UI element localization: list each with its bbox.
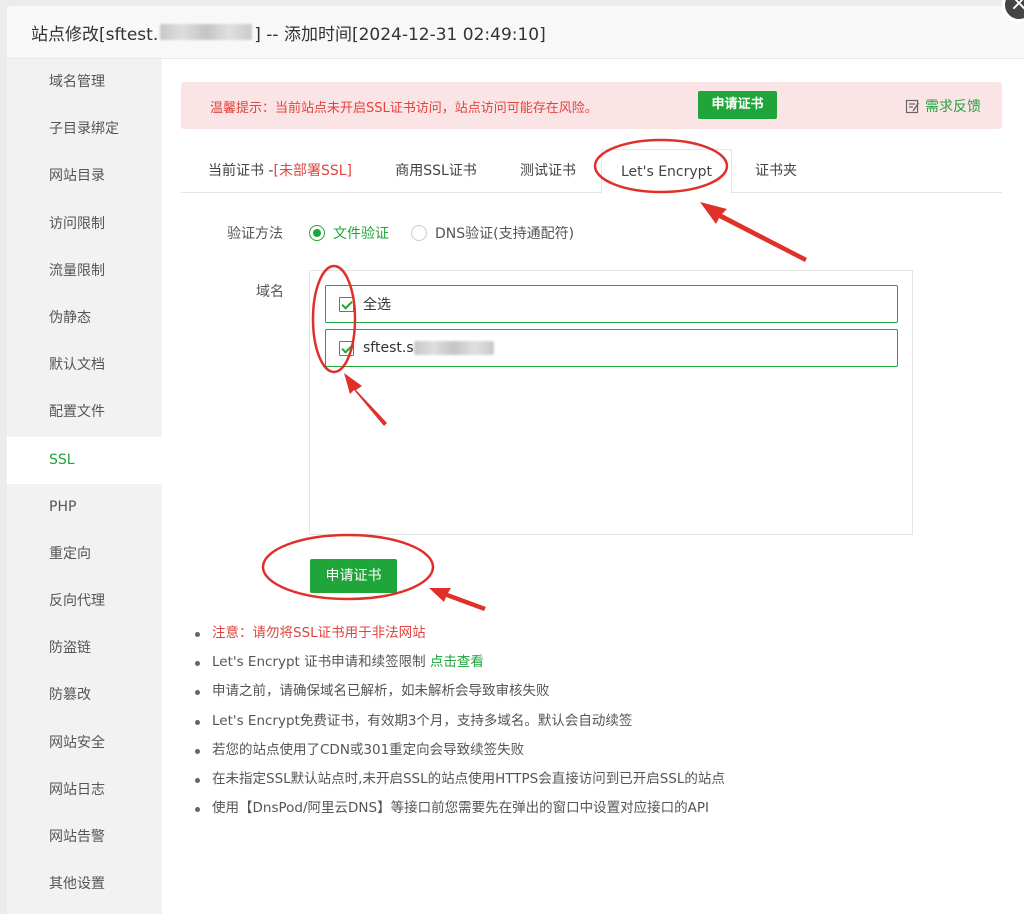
sidebar-item-tamper[interactable]: 防篡改 — [7, 672, 162, 719]
view-limits-link[interactable]: 点击查看 — [430, 654, 484, 670]
feedback-icon — [905, 99, 920, 113]
site-edit-dialog: 站点修改[sftest. ] -- 添加时间[2024-12-31 02:49:… — [7, 6, 1024, 914]
verify-dns-label: DNS验证(支持通配符) — [435, 226, 575, 242]
note-item: 在未指定SSL默认站点时,未开启SSL的站点使用HTTPS会直接访问到已开启SS… — [192, 765, 725, 794]
ssl-warning-banner: 温馨提示：当前站点未开启SSL证书访问，站点访问可能存在风险。 申请证书 需求反… — [181, 82, 1002, 129]
note-text: Let's Encrypt 证书申请和续签限制 — [212, 654, 430, 671]
radio-selected-icon — [309, 225, 325, 241]
sidebar-item-reverse-proxy[interactable]: 反向代理 — [7, 578, 162, 625]
note-item: 使用【DnsPod/阿里云DNS】等接口前您需要先在弹出的窗口中设置对应接口的A… — [192, 794, 725, 823]
verify-file-radio[interactable]: 文件验证 — [309, 223, 389, 243]
sidebar-item-rewrite[interactable]: 伪静态 — [7, 295, 162, 342]
sidebar-item-hotlink[interactable]: 防盗链 — [7, 625, 162, 672]
select-all-checkbox[interactable] — [339, 296, 354, 312]
sidebar-item-ssl[interactable]: SSL — [7, 436, 162, 484]
verify-file-label: 文件验证 — [333, 226, 389, 242]
domain-row[interactable]: sftest.s — [325, 329, 898, 367]
note-item: 注意：请勿将SSL证书用于非法网站 — [192, 619, 725, 648]
sidebar-item-default-doc[interactable]: 默认文档 — [7, 342, 162, 389]
sidebar-item-access-limit[interactable]: 访问限制 — [7, 201, 162, 248]
sidebar-item-other-settings[interactable]: 其他设置 — [7, 861, 162, 908]
tab-current-cert-status: [未部署SSL] — [273, 163, 353, 179]
sidebar-item-config-file[interactable]: 配置文件 — [7, 389, 162, 436]
domain-label: 域名 — [256, 284, 284, 300]
dialog-title-suffix: ] -- 添加时间[2024-12-31 02:49:10] — [254, 24, 546, 45]
domain-checkbox[interactable] — [339, 340, 354, 356]
tab-test-cert[interactable]: 测试证书 — [498, 149, 598, 193]
tab-current-cert[interactable]: 当前证书 -[未部署SSL] — [181, 149, 379, 193]
tab-letsencrypt[interactable]: Let's Encrypt — [601, 149, 732, 194]
verify-dns-radio[interactable]: DNS验证(支持通配符) — [411, 223, 574, 243]
sidebar-item-redirect[interactable]: 重定向 — [7, 531, 162, 578]
notes-list: 注意：请勿将SSL证书用于非法网站 Let's Encrypt 证书申请和续签限… — [192, 619, 725, 823]
sidebar-item-site-alert[interactable]: 网站告警 — [7, 814, 162, 861]
banner-apply-cert-button[interactable]: 申请证书 — [698, 91, 777, 119]
note-item: Let's Encrypt 证书申请和续签限制 点击查看 — [192, 648, 725, 677]
sidebar-item-site-dir[interactable]: 网站目录 — [7, 153, 162, 200]
domain-list: 全选 sftest.s — [309, 270, 913, 535]
warning-text: 温馨提示：当前站点未开启SSL证书访问，站点访问可能存在风险。 — [210, 101, 598, 116]
tab-cert-folder[interactable]: 证书夹 — [736, 149, 816, 193]
redacted-domain — [160, 24, 253, 40]
note-item: 申请之前，请确保域名已解析，如未解析会导致审核失败 — [192, 677, 725, 706]
ssl-panel: 温馨提示：当前站点未开启SSL证书访问，站点访问可能存在风险。 申请证书 需求反… — [162, 59, 1024, 914]
note-item: 若您的站点使用了CDN或301重定向会导致续签失败 — [192, 736, 725, 765]
redacted-domain — [413, 341, 494, 355]
tab-current-cert-label: 当前证书 - — [207, 163, 274, 179]
sidebar-item-traffic-limit[interactable]: 流量限制 — [7, 248, 162, 295]
select-all-row[interactable]: 全选 — [325, 285, 898, 323]
radio-unselected-icon — [411, 225, 427, 241]
verify-method-label: 验证方法 — [227, 226, 283, 242]
feedback-label: 需求反馈 — [925, 99, 981, 115]
domain-name: sftest.s — [363, 340, 414, 356]
dialog-title-prefix: 站点修改[sftest. — [31, 24, 159, 45]
select-all-label: 全选 — [363, 297, 391, 313]
tab-commercial-ssl[interactable]: 商用SSL证书 — [379, 149, 493, 193]
note-item: Let's Encrypt免费证书，有效期3个月，支持多域名。默认会自动续签 — [192, 707, 725, 736]
sidebar: 域名管理 子目录绑定 网站目录 访问限制 流量限制 伪静态 默认文档 配置文件 … — [7, 59, 162, 914]
sidebar-item-php[interactable]: PHP — [7, 484, 162, 531]
cert-tabs: 当前证书 -[未部署SSL] 商用SSL证书 测试证书 Let's Encryp… — [181, 149, 1002, 194]
dialog-header: 站点修改[sftest. ] -- 添加时间[2024-12-31 02:49:… — [7, 6, 1024, 59]
sidebar-item-subdir[interactable]: 子目录绑定 — [7, 106, 162, 153]
sidebar-item-site-security[interactable]: 网站安全 — [7, 720, 162, 767]
feedback-link[interactable]: 需求反馈 — [905, 96, 981, 116]
sidebar-item-site-log[interactable]: 网站日志 — [7, 767, 162, 814]
apply-cert-button[interactable]: 申请证书 — [310, 559, 397, 593]
sidebar-item-domain[interactable]: 域名管理 — [7, 59, 162, 106]
